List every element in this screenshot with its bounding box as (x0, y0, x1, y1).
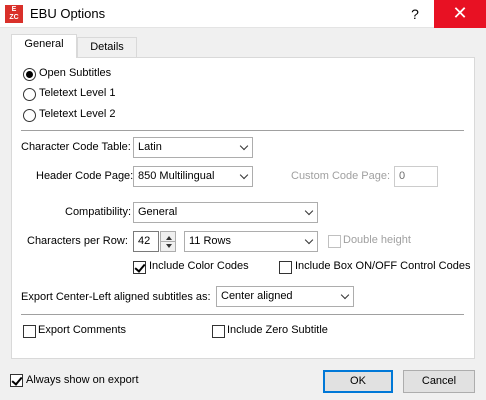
export-center-left-select[interactable]: Center aligned (216, 286, 354, 307)
chevron-down-icon (304, 206, 314, 216)
arrow-down-icon[interactable] (166, 244, 172, 248)
double-height-checkbox[interactable] (328, 235, 341, 248)
double-height-label: Double height (343, 234, 411, 246)
close-button[interactable]: ✕ (434, 0, 486, 28)
tab-details[interactable]: Details (77, 37, 137, 58)
include-zero-subtitle-checkbox[interactable] (212, 325, 225, 338)
tab-general[interactable]: General (11, 34, 77, 58)
compatibility-label: Compatibility: (65, 206, 132, 218)
chevron-down-icon (239, 141, 249, 151)
always-show-label[interactable]: Always show on export (26, 374, 139, 386)
include-box-codes-checkbox[interactable] (279, 261, 292, 274)
always-show-checkbox[interactable] (10, 374, 23, 387)
include-box-codes-label[interactable]: Include Box ON/OFF Control Codes (295, 260, 470, 272)
include-zero-subtitle-label[interactable]: Include Zero Subtitle (227, 324, 328, 336)
open-subtitles-radio[interactable] (23, 68, 36, 81)
open-subtitles-label[interactable]: Open Subtitles (39, 67, 111, 79)
stepper-divider (161, 241, 175, 242)
export-comments-checkbox[interactable] (23, 325, 36, 338)
separator (21, 130, 464, 131)
chevron-down-icon (304, 235, 314, 245)
general-tab-panel: Open Subtitles Teletext Level 1 Teletext… (11, 57, 475, 359)
ok-button[interactable]: OK (323, 370, 393, 393)
rows-select[interactable]: 11 Rows (184, 231, 318, 252)
window-title: EBU Options (30, 6, 106, 21)
compatibility-select[interactable]: General (133, 202, 318, 223)
teletext-level-1-label[interactable]: Teletext Level 1 (39, 87, 115, 99)
separator (21, 314, 464, 315)
header-code-page-select[interactable]: 850 Multilingual (133, 166, 253, 187)
character-code-table-label: Character Code Table: (21, 141, 131, 153)
header-code-page-label: Header Code Page: (36, 170, 134, 182)
characters-per-row-stepper[interactable] (160, 231, 176, 252)
arrow-up-icon[interactable] (166, 236, 172, 240)
export-center-left-label: Export Center-Left aligned subtitles as: (21, 291, 211, 303)
include-color-codes-checkbox[interactable] (133, 261, 146, 274)
character-code-table-select[interactable]: Latin (133, 137, 253, 158)
custom-code-page-input[interactable]: 0 (394, 166, 438, 187)
cancel-button[interactable]: Cancel (403, 370, 475, 393)
help-button[interactable]: ? (400, 0, 430, 28)
teletext-level-2-radio[interactable] (23, 109, 36, 122)
characters-per-row-label: Characters per Row: (27, 235, 128, 247)
chevron-down-icon (340, 290, 350, 300)
include-color-codes-label[interactable]: Include Color Codes (149, 260, 249, 272)
custom-code-page-label: Custom Code Page: (291, 170, 391, 182)
chevron-down-icon (239, 170, 249, 180)
teletext-level-1-radio[interactable] (23, 88, 36, 101)
app-icon: E ZC (5, 5, 23, 23)
teletext-level-2-label[interactable]: Teletext Level 2 (39, 108, 115, 120)
export-comments-label[interactable]: Export Comments (38, 324, 126, 336)
characters-per-row-input[interactable]: 42 (133, 231, 159, 252)
